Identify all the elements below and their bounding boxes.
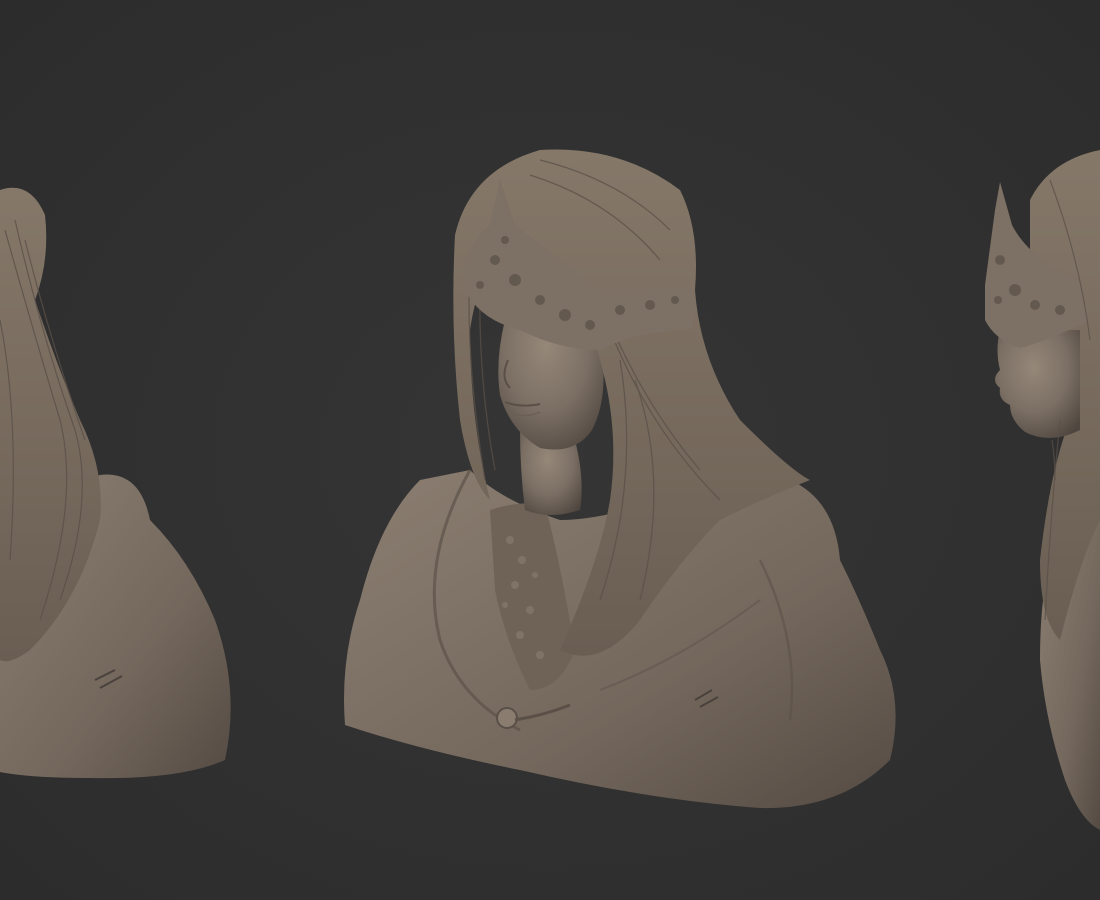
center-cloak-clasp bbox=[496, 707, 518, 729]
right-face bbox=[995, 330, 1080, 439]
render-canvas bbox=[0, 149, 1100, 830]
bust-center[interactable] bbox=[344, 149, 896, 809]
sculpt-viewport[interactable] bbox=[0, 0, 1100, 900]
bust-left[interactable] bbox=[0, 187, 231, 779]
bust-right[interactable] bbox=[985, 150, 1100, 830]
